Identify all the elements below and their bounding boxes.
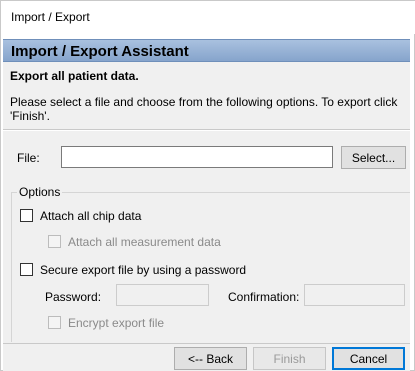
info-heading: Export all patient data.	[10, 69, 139, 83]
window-title: Import / Export	[11, 10, 90, 24]
encrypt-export-checkbox[interactable]	[48, 316, 61, 329]
secure-export-checkbox[interactable]	[20, 263, 33, 276]
confirmation-field[interactable]	[304, 284, 405, 306]
encrypt-export-label: Encrypt export file	[68, 316, 165, 330]
password-field[interactable]	[116, 284, 209, 306]
confirmation-label: Confirmation:	[228, 290, 300, 304]
select-file-button[interactable]: Select...	[341, 146, 406, 169]
options-group-title: Options	[17, 185, 63, 199]
assistant-title: Import / Export Assistant	[11, 43, 189, 60]
attach-measurement-data-checkbox[interactable]	[48, 235, 61, 248]
title-bar: Import / Export	[1, 1, 415, 34]
file-path-field[interactable]	[61, 146, 333, 168]
options-content: File: Select... Options Attach all chip …	[3, 131, 410, 343]
import-export-window: Import / Export Import / Export Assistan…	[0, 0, 415, 371]
assistant-header: Import / Export Assistant	[3, 39, 410, 62]
button-bar: <-- Back Finish Cancel	[3, 343, 410, 371]
password-label: Password:	[45, 290, 102, 304]
attach-chip-data-checkbox[interactable]	[20, 209, 33, 222]
info-panel: Export all patient data. Please select a…	[3, 62, 410, 130]
attach-measurement-data-label: Attach all measurement data	[68, 235, 221, 249]
secure-export-label: Secure export file by using a password	[40, 263, 247, 277]
back-button[interactable]: <-- Back	[174, 347, 247, 370]
file-label: File:	[17, 151, 40, 165]
cancel-button[interactable]: Cancel	[332, 347, 405, 370]
info-description: Please select a file and choose from the…	[10, 95, 398, 123]
attach-chip-data-label: Attach all chip data	[40, 209, 142, 223]
finish-button[interactable]: Finish	[253, 347, 326, 370]
